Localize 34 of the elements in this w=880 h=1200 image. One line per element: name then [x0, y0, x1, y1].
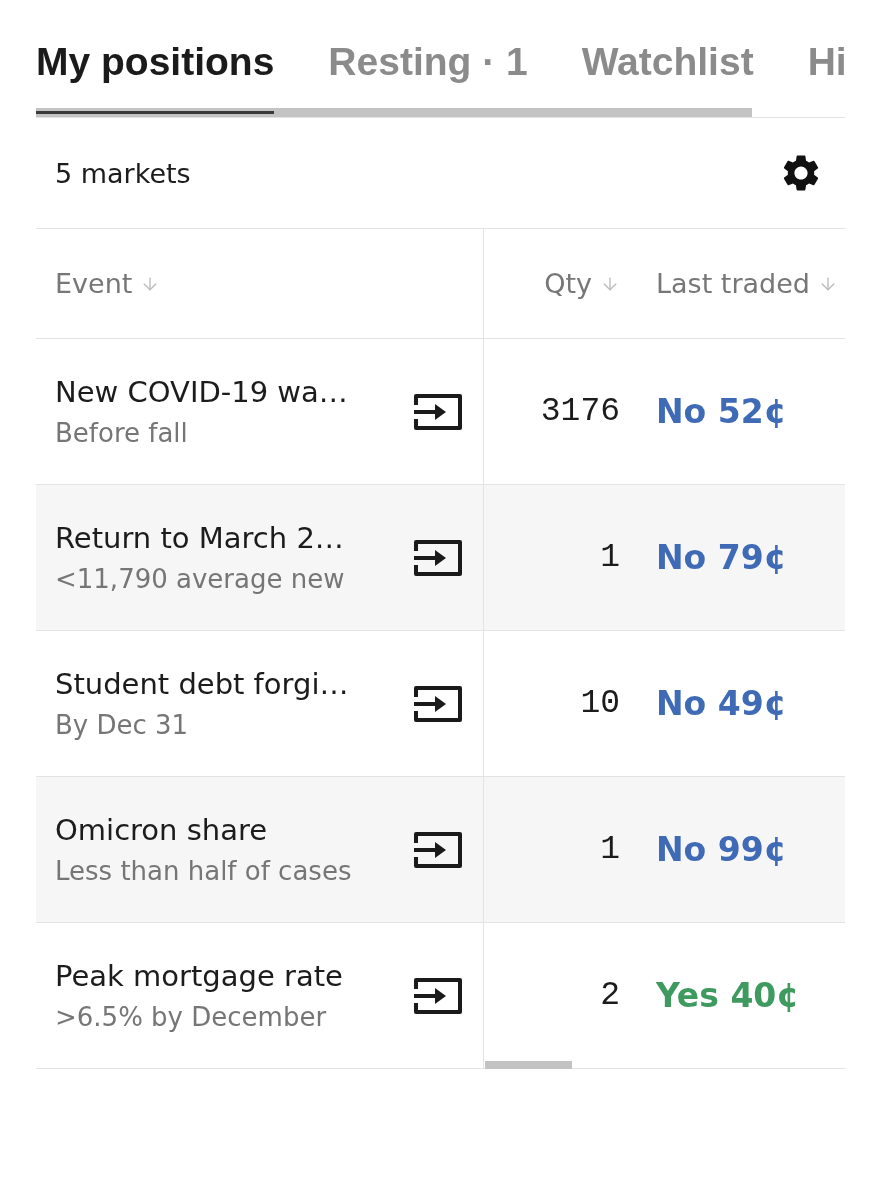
- event-subtitle: >6.5% by December: [55, 1000, 328, 1034]
- tab[interactable]: Watchlist: [581, 39, 754, 114]
- arrow-into-box-icon[interactable]: [413, 392, 463, 431]
- event-title: Student debt forgi…: [55, 665, 350, 702]
- event-title: Omicron share: [55, 811, 269, 848]
- column-header[interactable]: Qty: [544, 268, 592, 299]
- arrow-into-box-icon[interactable]: [413, 538, 463, 577]
- column-header[interactable]: Event: [55, 268, 133, 299]
- market-count: 5 markets: [55, 157, 191, 189]
- event-title: Return to March 2…: [55, 519, 345, 556]
- event-subtitle: <11,790 average new: [55, 562, 346, 596]
- arrow-into-box-icon[interactable]: [413, 976, 463, 1015]
- quantity: 1: [600, 831, 620, 868]
- column-header[interactable]: Last traded: [656, 268, 810, 299]
- scrollbar-thumb[interactable]: [36, 108, 752, 117]
- last-traded-price: No 49¢: [656, 684, 787, 723]
- quantity: 1: [600, 539, 620, 576]
- tab[interactable]: Hi: [807, 39, 847, 114]
- last-traded-price: No 52¢: [656, 392, 787, 431]
- quantity: 3176: [540, 393, 620, 430]
- arrow-into-box-icon[interactable]: [413, 684, 463, 723]
- scrollbar-thumb[interactable]: [485, 1061, 572, 1069]
- last-traded-price: No 99¢: [656, 830, 787, 869]
- quantity: 2: [600, 977, 620, 1014]
- arrow-into-box-icon[interactable]: [413, 830, 463, 869]
- event-subtitle: Less than half of cases: [55, 854, 353, 888]
- last-traded-price: Yes 40¢: [656, 976, 800, 1015]
- last-traded-price: No 79¢: [656, 538, 787, 577]
- event-title: Peak mortgage rate: [55, 957, 344, 994]
- quantity: 10: [580, 685, 620, 722]
- event-subtitle: By Dec 31: [55, 708, 190, 742]
- tab[interactable]: Resting · 1: [328, 39, 528, 114]
- event-title: New COVID-19 wa…: [55, 373, 349, 410]
- event-subtitle: Before fall: [55, 416, 189, 450]
